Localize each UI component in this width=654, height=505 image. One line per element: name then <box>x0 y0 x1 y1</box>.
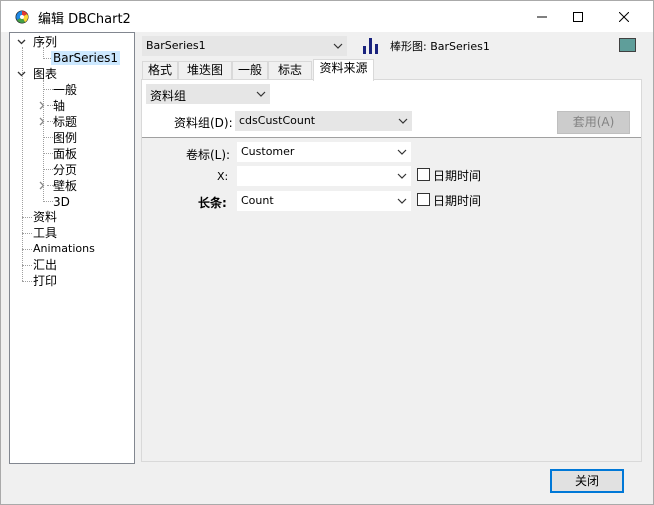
bar-datetime-label: 日期时间 <box>433 194 482 208</box>
close-button[interactable]: 关闭 <box>550 469 624 493</box>
tree-connector <box>43 137 53 138</box>
editor-window: 编辑 DBChart2 序列 BarSeries1 图表 一般 轴 标题 图例 … <box>0 0 654 505</box>
bar-combo[interactable]: Count <box>237 191 411 211</box>
title-bar: 编辑 DBChart2 <box>1 1 653 32</box>
divider <box>142 137 641 138</box>
apply-button[interactable]: 套用(A) <box>557 111 630 134</box>
window-title: 编辑 DBChart2 <box>38 12 131 27</box>
bar-datetime-checkbox[interactable] <box>417 193 430 206</box>
tree-item-panel[interactable]: 面板 <box>53 147 77 161</box>
chevron-right-icon[interactable] <box>37 101 46 110</box>
tab-marks[interactable]: 标志 <box>268 61 312 80</box>
close-icon <box>619 11 629 22</box>
labels-combo-value: Customer <box>241 145 295 158</box>
chevron-down-icon[interactable] <box>17 37 26 46</box>
tree-item-animations[interactable]: Animations <box>33 242 95 256</box>
tree-connector <box>22 217 32 218</box>
x-combo[interactable] <box>237 166 411 186</box>
tab-datasource[interactable]: 资料来源 <box>313 59 374 81</box>
tree-connector <box>43 153 53 154</box>
tree-connector <box>22 265 32 266</box>
tab-general[interactable]: 一般 <box>232 61 268 80</box>
bar-chart-icon <box>363 38 378 54</box>
x-datetime-checkbox[interactable] <box>417 168 430 181</box>
chevron-down-icon <box>398 118 408 124</box>
labels-label: 卷标(L): <box>186 148 231 162</box>
x-datetime-label: 日期时间 <box>433 169 482 183</box>
close-window-button[interactable] <box>601 1 647 32</box>
series-type-label: 棒形图: BarSeries1 <box>390 40 490 53</box>
minimize-icon <box>537 16 547 17</box>
dataset-label: 资料组(D): <box>174 116 233 130</box>
tree-item-axis[interactable]: 轴 <box>53 99 65 113</box>
tree-item-3d[interactable]: 3D <box>53 195 70 209</box>
tree-item-barseries1[interactable]: BarSeries1 <box>51 51 121 65</box>
teechart-app-icon <box>15 10 29 24</box>
tree-connector <box>22 47 23 281</box>
tree-connector <box>43 58 51 59</box>
chevron-down-icon <box>397 198 407 204</box>
dataset-combo[interactable]: cdsCustCount <box>235 111 412 131</box>
tree-connector <box>43 169 53 170</box>
tree-connector <box>43 201 53 202</box>
datasource-type-combo[interactable]: 资料组 <box>146 84 270 104</box>
tree-item-series[interactable]: 序列 <box>33 35 57 49</box>
chevron-right-icon[interactable] <box>37 117 46 126</box>
chevron-right-icon[interactable] <box>37 181 46 190</box>
tree-item-titles[interactable]: 标题 <box>53 115 77 129</box>
tab-stacked[interactable]: 堆迭图 <box>178 61 232 80</box>
tree-item-paging[interactable]: 分页 <box>53 163 77 177</box>
chevron-down-icon[interactable] <box>17 69 26 78</box>
chevron-down-icon <box>333 43 343 49</box>
series-color-swatch[interactable] <box>619 38 636 52</box>
x-label: X: <box>217 170 229 183</box>
maximize-button[interactable] <box>555 1 601 32</box>
tree-item-chart[interactable]: 图表 <box>33 67 57 81</box>
tree-item-walls[interactable]: 壁板 <box>53 179 77 193</box>
bar-label: 长条: <box>198 196 227 210</box>
tree-connector <box>43 89 53 90</box>
tree-item-legend[interactable]: 图例 <box>53 131 77 145</box>
dataset-combo-value: cdsCustCount <box>239 114 316 127</box>
series-combo-value: BarSeries1 <box>146 39 206 52</box>
tree-item-print[interactable]: 打印 <box>33 274 57 288</box>
labels-combo[interactable]: Customer <box>237 142 411 162</box>
tab-format[interactable]: 格式 <box>142 61 178 80</box>
tree-item-data[interactable]: 资料 <box>33 210 57 224</box>
bar-combo-value: Count <box>241 194 274 207</box>
series-combo[interactable]: BarSeries1 <box>142 36 347 56</box>
chevron-down-icon <box>397 173 407 179</box>
tree-connector <box>22 249 32 250</box>
tree-connector <box>22 233 32 234</box>
tree-item-tools[interactable]: 工具 <box>33 226 57 240</box>
datasource-type-value: 资料组 <box>150 89 187 103</box>
settings-tree[interactable]: 序列 BarSeries1 图表 一般 轴 标题 图例 面板 分页 壁板 3D … <box>9 32 135 464</box>
tree-item-general[interactable]: 一般 <box>53 83 77 97</box>
tree-connector <box>22 281 32 282</box>
chevron-down-icon <box>397 149 407 155</box>
maximize-icon <box>573 11 583 22</box>
tree-item-export[interactable]: 汇出 <box>33 258 57 272</box>
chevron-down-icon <box>256 91 266 97</box>
